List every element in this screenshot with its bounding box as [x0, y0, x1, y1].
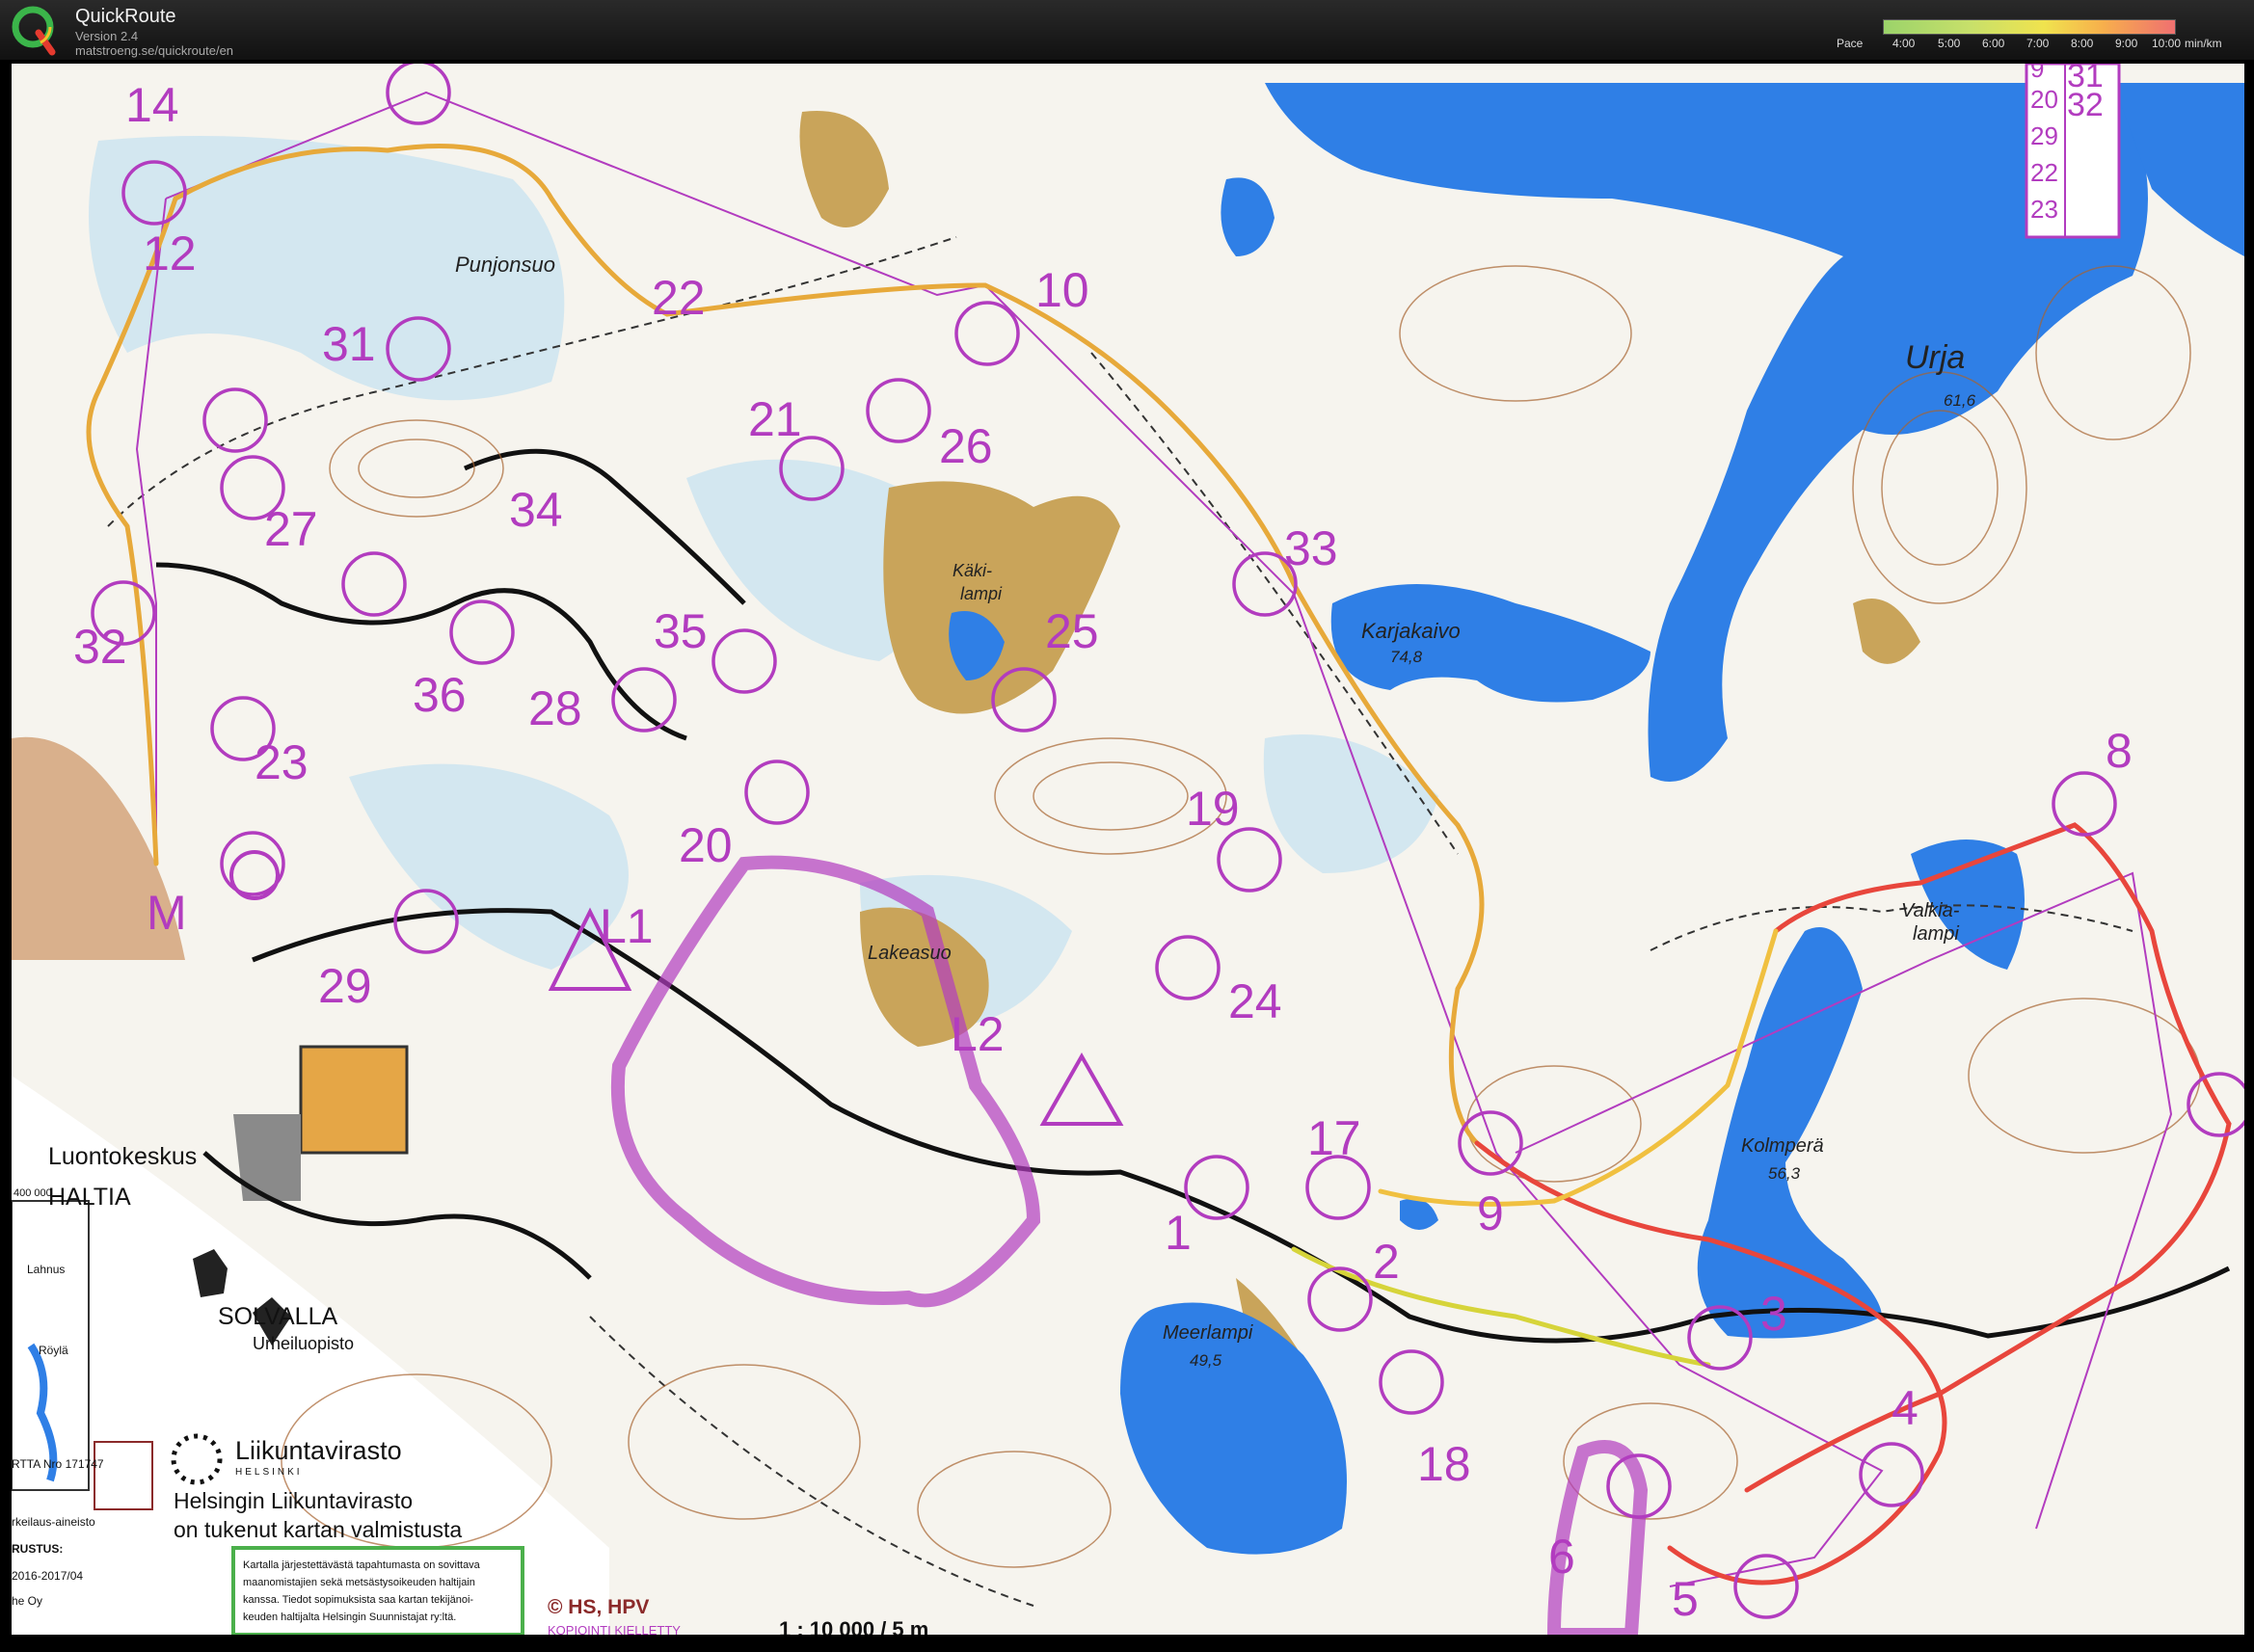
app-url-link[interactable]: matstroeng.se/quickroute/en — [75, 43, 233, 58]
legend-32: 32 — [2067, 87, 2104, 123]
control-4: 4 — [1892, 1381, 1919, 1435]
inset-lahnus: Lahnus — [27, 1263, 66, 1276]
control-23: 23 — [255, 735, 309, 789]
legend-22: 22 — [2030, 158, 2058, 187]
aineisto-label: rkeilaus-aineisto — [12, 1515, 95, 1529]
kopiointi-kielletty: KOPIOINTI KIELLETTY — [548, 1623, 681, 1635]
place-lakeasuo: Lakeasuo — [868, 943, 952, 964]
place-kaki: Käki- — [953, 561, 993, 580]
control-5: 5 — [1672, 1572, 1699, 1626]
control-32: 32 — [73, 620, 127, 674]
control-3: 3 — [1760, 1287, 1787, 1341]
control-2: 2 — [1373, 1235, 1400, 1289]
control-33: 33 — [1284, 521, 1338, 575]
pace-unit: min/km — [2185, 37, 2222, 50]
liikuntavirasto-label: Liikuntavirasto — [235, 1436, 402, 1465]
haltia-label: HALTIA — [48, 1184, 131, 1211]
urheiluopisto-label: Urheiluopisto — [253, 1334, 355, 1353]
pace-label: Pace — [1837, 37, 1864, 50]
app-title: QuickRoute — [75, 6, 176, 27]
map-scale: 1 : 10 000 / 5 m — [779, 1617, 929, 1635]
elev-meerlampi: 49,5 — [1190, 1351, 1222, 1370]
inset-royla: Röylä — [39, 1344, 68, 1357]
title-bar: QuickRoute Version 2.4 matstroeng.se/qui… — [0, 0, 2254, 60]
control-27: 27 — [264, 502, 318, 556]
control-34: 34 — [509, 483, 563, 537]
app-version: Version 2.4 — [75, 29, 139, 43]
pace-tick: 6:00 — [1982, 37, 2005, 50]
pace-tick: 5:00 — [1938, 37, 1961, 50]
start-l2: L2 — [951, 1007, 1005, 1061]
place-valkia: Valkia- — [1901, 900, 1960, 921]
place-meerlampi: Meerlampi — [1163, 1322, 1253, 1344]
notice-line-2: maanomistajien sekä metsästysoikeuden ha… — [243, 1577, 475, 1588]
control-17: 17 — [1307, 1111, 1361, 1165]
legend-29: 29 — [2030, 121, 2058, 150]
control-14: 14 — [125, 78, 179, 132]
control-26: 26 — [939, 419, 993, 473]
pace-tick: 8:00 — [2071, 37, 2094, 50]
luontokeskus-label: Luontokeskus — [48, 1143, 198, 1170]
control-12: 12 — [143, 226, 197, 280]
control-24: 24 — [1228, 974, 1282, 1028]
control-18: 18 — [1417, 1437, 1471, 1491]
pace-tick: 7:00 — [2026, 37, 2050, 50]
years-label: 2016-2017/04 — [12, 1569, 84, 1583]
elev-karjakaivo: 74,8 — [1390, 648, 1423, 666]
marsh-areas — [89, 136, 1438, 1027]
place-valkia-lampi: lampi — [1913, 923, 1959, 945]
control-9: 9 — [1477, 1186, 1504, 1240]
support-line-2: on tukenut kartan valmistusta — [174, 1517, 463, 1542]
notice-line-1: Kartalla järjestettävästä tapahtumasta o… — [243, 1559, 480, 1571]
inset-scale: 400 000 — [13, 1187, 52, 1199]
legend-23: 23 — [2030, 195, 2058, 224]
support-line-1: Helsingin Liikuntavirasto — [174, 1488, 414, 1513]
control-20: 20 — [679, 818, 733, 872]
pace-tick: 10:00 — [2152, 37, 2182, 50]
out-of-bounds — [610, 855, 1649, 1635]
control-29: 29 — [318, 959, 372, 1013]
helsinki-label: HELSINKI — [235, 1467, 303, 1478]
control-36: 36 — [413, 668, 467, 722]
pace-tick: 9:00 — [2115, 37, 2138, 50]
elev-urja: 61,6 — [1944, 391, 1976, 410]
control-8: 8 — [2106, 724, 2133, 778]
notice-line-3: kanssa. Tiedot sopimuksista saa kartan t… — [243, 1594, 474, 1606]
legend-20: 20 — [2030, 85, 2058, 114]
control-6: 6 — [1548, 1530, 1575, 1584]
control-28: 28 — [528, 681, 582, 735]
control-35: 35 — [654, 604, 708, 658]
legend-9: 9 — [2030, 64, 2045, 83]
quickroute-logo-icon — [12, 6, 56, 56]
copyright-label: © HS, HPV — [548, 1596, 650, 1618]
orienteering-map[interactable]: Punjonsuo Käki- lampi Karjakaivo 74,8 Ur… — [12, 64, 2244, 1635]
elev-kolmpera: 56,3 — [1768, 1164, 1801, 1183]
rustus-label: RUSTUS: — [12, 1542, 64, 1556]
place-urja: Urja — [1905, 339, 1966, 376]
kartta-number: RTTA Nro 171747 — [12, 1457, 104, 1471]
pace-color-scale — [1883, 19, 2176, 35]
place-kolmpera: Kolmperä — [1741, 1135, 1824, 1157]
place-karjakaivo: Karjakaivo — [1361, 619, 1461, 643]
company-label: he Oy — [12, 1594, 43, 1608]
finish-circle-inner — [229, 850, 280, 900]
place-kaki-lampi: lampi — [960, 584, 1003, 603]
solvalla-label: SOLVALLA — [218, 1303, 338, 1330]
place-punjonsuo: Punjonsuo — [455, 253, 555, 277]
control-19: 19 — [1186, 782, 1240, 836]
control-22: 22 — [652, 271, 706, 325]
control-25: 25 — [1045, 604, 1099, 658]
control-1: 1 — [1165, 1206, 1192, 1260]
start-l1: L1 — [600, 899, 654, 953]
pace-tick: 4:00 — [1892, 37, 1916, 50]
control-31: 31 — [322, 317, 376, 371]
control-21: 21 — [748, 392, 802, 446]
control-10: 10 — [1035, 263, 1089, 317]
finish-m: M — [147, 886, 187, 940]
notice-line-4: keuden haltijalta Helsingin Suunnistajat… — [243, 1612, 457, 1623]
